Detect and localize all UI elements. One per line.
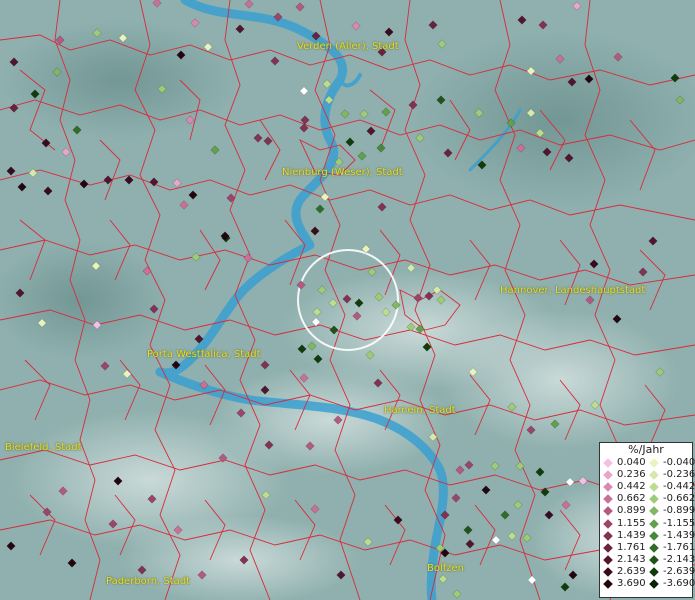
legend-label: -0.236 [663, 469, 695, 481]
legend-entry: -1.761 [646, 541, 695, 554]
legend-swatch-icon [603, 494, 613, 505]
legend-swatch-icon [649, 470, 659, 480]
legend-row: 2.639 -2.639 [600, 565, 695, 578]
legend-row: 1.155 -1.155 [600, 517, 695, 529]
legend-row: 0.662 -0.662 [600, 493, 695, 505]
legend-label: 0.040 [617, 457, 646, 469]
legend-entry: -0.236 [646, 469, 695, 481]
legend-swatch-icon [603, 506, 613, 517]
legend-label: 3.690 [617, 577, 646, 589]
legend-label: 0.236 [617, 469, 646, 481]
legend-swatch-icon [649, 554, 659, 565]
legend-row: 0.236 -0.236 [600, 469, 695, 481]
city-label-nienburg: Nienburg (Weser), Stadt [282, 167, 403, 178]
legend-entry: -1.155 [646, 517, 695, 529]
legend-entry: 1.155 [600, 517, 646, 529]
legend-entry: -2.639 [646, 565, 695, 578]
city-label-verden: Verden (Aller), Stadt [297, 41, 399, 52]
legend-swatch-icon [649, 494, 659, 505]
legend-row: 3.690 -3.690 [600, 577, 695, 590]
city-label-hameln: Hameln, Stadt [384, 405, 456, 416]
legend-label: 0.899 [617, 505, 646, 517]
legend-label: 0.662 [617, 493, 646, 505]
legend-entry: -2.143 [646, 553, 695, 566]
legend-label: 2.639 [617, 565, 646, 577]
city-label-paderborn: Paderborn, Stadt [106, 576, 191, 587]
legend-label: -3.690 [663, 577, 695, 589]
legend-swatch-icon [649, 518, 659, 529]
legend-label: -1.439 [663, 529, 695, 541]
legend-entry: -0.899 [646, 505, 695, 517]
map-svg [0, 0, 695, 600]
legend-entry: 2.639 [600, 566, 646, 578]
legend-swatch-icon [649, 530, 659, 541]
legend-swatch-icon [649, 506, 659, 517]
legend-entry: 3.690 [600, 578, 646, 590]
legend-swatch-icon [603, 579, 613, 589]
legend-swatch-icon [649, 579, 659, 589]
legend-entry: 0.442 [600, 481, 646, 493]
legend-swatch-icon [603, 542, 613, 553]
legend-entry: -0.442 [646, 481, 695, 493]
legend-swatch-icon [603, 482, 613, 493]
city-label-porta-westfalica: Porta Westfalica, Stadt [147, 349, 261, 360]
legend-row: 2.143 -2.143 [600, 553, 695, 566]
legend-label: 1.155 [617, 517, 646, 529]
legend-entry: 0.236 [600, 469, 646, 481]
legend-title: %/Jahr [628, 443, 664, 456]
legend: %/Jahr 0.040 -0.040 0.236 -0.236 0.442 -0.442… [599, 442, 695, 598]
legend-label: 0.442 [617, 481, 646, 493]
legend-row: 1.439 -1.439 [600, 529, 695, 542]
legend-label: -2.143 [663, 553, 695, 565]
map-canvas[interactable]: Verden (Aller), Stadt Nienburg (Weser), … [0, 0, 695, 600]
legend-label: 1.761 [617, 541, 646, 553]
legend-swatch-icon [603, 458, 613, 468]
legend-entry: 0.040 [600, 457, 646, 469]
legend-label: -1.155 [663, 517, 695, 529]
legend-entry: 0.899 [600, 505, 646, 517]
legend-label: 1.439 [617, 529, 646, 541]
legend-swatch-icon [603, 530, 613, 541]
legend-swatch-icon [603, 554, 613, 565]
legend-swatch-icon [603, 567, 613, 577]
legend-row: 0.899 -0.899 [600, 505, 695, 517]
legend-swatch-icon [649, 458, 659, 468]
legend-entry: 0.662 [600, 493, 646, 505]
legend-row: 0.040 -0.040 [600, 457, 695, 469]
legend-swatch-icon [649, 567, 659, 577]
legend-label: -0.040 [663, 457, 695, 469]
legend-swatch-icon [603, 518, 613, 529]
legend-entry: 1.439 [600, 530, 646, 542]
city-label-bielefeld: Bielefeld, Stadt [5, 442, 82, 453]
legend-swatch-icon [649, 542, 659, 553]
legend-row: 0.442 -0.442 [600, 481, 695, 493]
legend-entry: 1.761 [600, 542, 646, 554]
legend-entry: -0.040 [646, 457, 695, 469]
legend-label: -0.442 [663, 481, 695, 493]
legend-swatch-icon [603, 470, 613, 480]
legend-entry: 2.143 [600, 554, 646, 566]
city-label-hannover: Hannover, Landeshauptstadt [500, 285, 646, 296]
legend-label: -0.662 [663, 493, 695, 505]
legend-label: -1.761 [663, 541, 695, 553]
legend-row: 1.761 -1.761 [600, 541, 695, 554]
legend-label: -2.639 [663, 565, 695, 577]
legend-rows: 0.040 -0.040 0.236 -0.236 0.442 -0.442 0.662 -0… [600, 457, 695, 590]
legend-entry: -1.439 [646, 529, 695, 542]
legend-label: 2.143 [617, 553, 646, 565]
legend-entry: -3.690 [646, 577, 695, 590]
city-label-bolfzen: Bolfzen [427, 563, 465, 574]
legend-entry: -0.662 [646, 493, 695, 505]
legend-swatch-icon [649, 482, 659, 493]
legend-label: -0.899 [663, 505, 695, 517]
